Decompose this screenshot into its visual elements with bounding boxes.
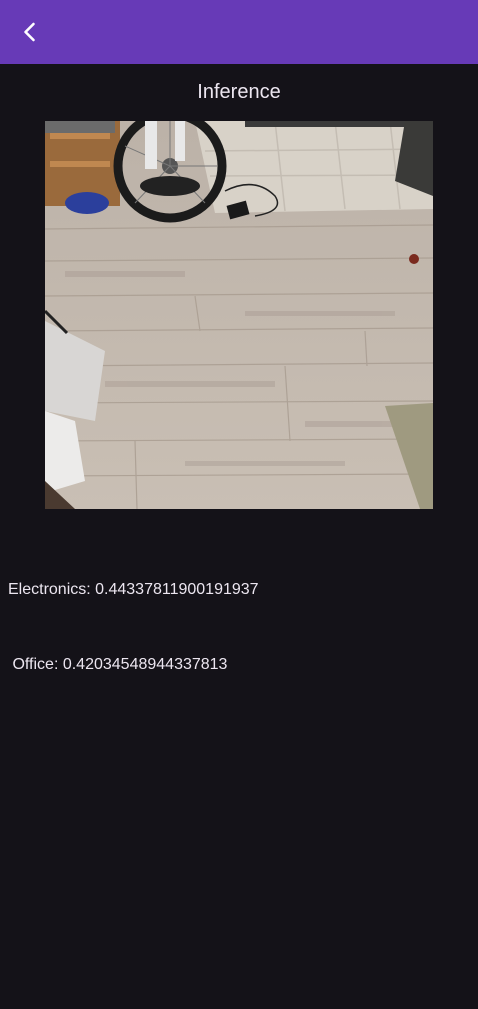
app-bar [0,0,478,64]
result-line-office: Office: 0.42034548944337813 [8,656,228,673]
chevron-left-icon [18,20,42,44]
inference-results: Electronics: 0.44337811900191937 Office:… [8,527,259,702]
back-button[interactable] [8,8,52,56]
inference-image [45,121,433,509]
result-line-electronics: Electronics: 0.44337811900191937 [8,581,259,598]
page-title: Inference [197,81,281,103]
